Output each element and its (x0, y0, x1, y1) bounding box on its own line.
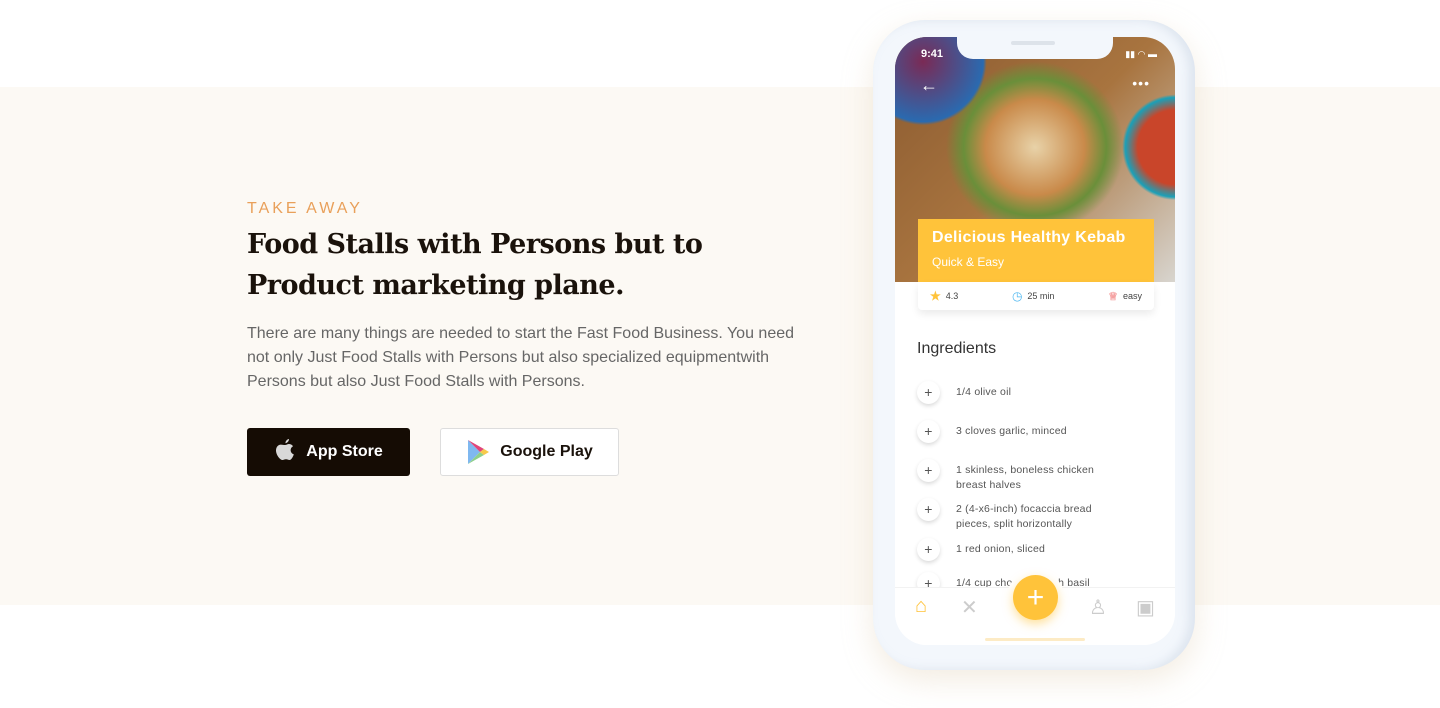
app-store-label: App Store (306, 443, 383, 460)
recipe-stats: ★ 4.3 ◷ 25 min ♕ easy (918, 282, 1154, 310)
recipe-name: Delicious Healthy Kebab (932, 229, 1126, 246)
status-time: 9:41 (921, 48, 944, 60)
clock-icon: ◷ (1011, 289, 1023, 303)
ingredient-text: 2 (4-x6-inch) focaccia bread pieces, spl… (956, 503, 1092, 530)
phone-screen: 9:41 ▮▮ ◠ ▬ ← ••• Delicious Healthy Keba… (895, 37, 1175, 645)
ingredient-text: 1 skinless, boneless chicken breast halv… (956, 464, 1095, 491)
ingredients-heading: Ingredients (917, 340, 997, 357)
hero-title: Food Stalls with Persons but to Product m… (247, 224, 767, 306)
add-ingredient-button[interactable]: + (917, 420, 940, 443)
chef-hat-icon: ♕ (1108, 290, 1118, 303)
difficulty-stat: ♕ easy (1108, 290, 1142, 303)
home-icon[interactable]: ⌂ (915, 595, 927, 618)
ingredient-item: +3 cloves garlic, minced (917, 420, 1147, 443)
rating-value: 4.3 (945, 291, 959, 301)
ingredient-item: +1 red onion, sliced (917, 538, 1147, 561)
more-icon[interactable]: ••• (1132, 75, 1150, 91)
star-icon: ★ (930, 289, 941, 303)
title-line-2: Product marketing plane. (247, 270, 625, 301)
ingredient-item: +1/4 olive oil (917, 381, 1147, 404)
rating-stat: ★ 4.3 (930, 289, 958, 303)
add-ingredient-button[interactable]: + (917, 381, 940, 404)
google-play-label: Google Play (500, 443, 593, 460)
phone-notch (957, 37, 1113, 59)
phone-mockup: 9:41 ▮▮ ◠ ▬ ← ••• Delicious Healthy Keba… (873, 20, 1195, 670)
hero-description: There are many things are needed to star… (247, 325, 795, 390)
eyebrow: TAKE AWAY (247, 200, 363, 217)
recipe-title-card: Delicious Healthy Kebab Quick & Easy (918, 219, 1154, 282)
home-indicator (985, 638, 1085, 641)
ingredient-text: 1 red onion, sliced (956, 543, 1046, 555)
add-ingredient-button[interactable]: + (917, 538, 940, 561)
profile-icon[interactable]: ♙ (1089, 595, 1107, 620)
title-line-1: Food Stalls with Persons but to (247, 229, 703, 260)
utensils-icon[interactable]: ✕ (961, 595, 978, 620)
clipboard-icon[interactable]: ▣ (1136, 595, 1155, 620)
google-play-icon (468, 440, 490, 464)
add-fab-button[interactable]: + (1013, 575, 1058, 620)
ingredient-text: 1/4 olive oil (956, 386, 1012, 398)
ingredient-text: 3 cloves garlic, minced (956, 425, 1067, 437)
add-ingredient-button[interactable]: + (917, 459, 940, 482)
apple-icon (276, 439, 295, 460)
app-store-button[interactable]: App Store (247, 428, 410, 476)
recipe-subtitle: Quick & Easy (932, 255, 1005, 269)
google-play-button[interactable]: Google Play (440, 428, 619, 476)
ingredient-item: +1 skinless, boneless chicken breast hal… (917, 459, 1147, 493)
status-icons: ▮▮ ◠ ▬ (1125, 49, 1157, 59)
difficulty-value: easy (1122, 291, 1142, 301)
ingredient-item: +2 (4-x6-inch) focaccia bread pieces, sp… (917, 498, 1147, 532)
duration-value: 25 min (1027, 291, 1055, 301)
duration-stat: ◷ 25 min (1012, 289, 1055, 303)
add-ingredient-button[interactable]: + (917, 498, 940, 521)
back-arrow-icon[interactable]: ← (920, 75, 938, 96)
